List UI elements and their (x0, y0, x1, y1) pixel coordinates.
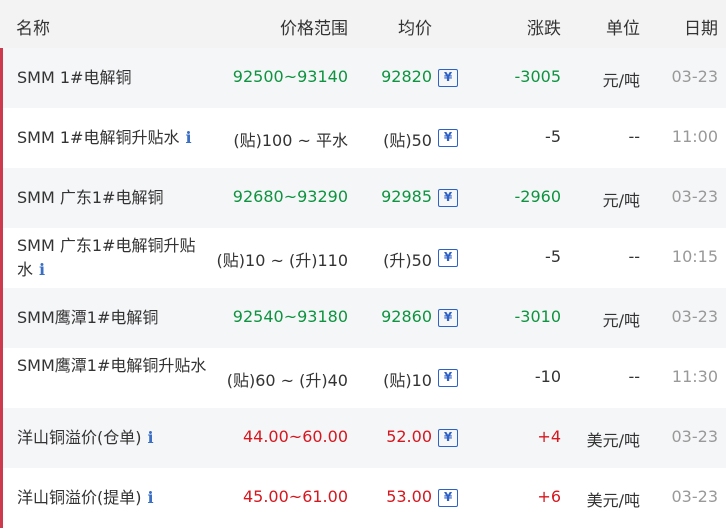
row-name[interactable]: SMM 1#电解铜 (17, 66, 207, 90)
row-range: 92500~93140 (232, 67, 348, 86)
row-date: 11:00 (671, 127, 718, 146)
header-range: 价格范围 (280, 19, 348, 39)
row-avg: 92985 (381, 187, 432, 206)
row-name-text: 洋山铜溢价(仓单) (17, 428, 142, 447)
row-unit: -- (628, 367, 640, 386)
row-name-text: 洋山铜溢价(提单) (17, 488, 142, 507)
header-date: 日期 (684, 19, 718, 39)
row-unit: 美元/吨 (586, 431, 640, 450)
row-change: +4 (537, 427, 561, 446)
row-date: 03-23 (671, 487, 719, 506)
row-name[interactable]: SMM 1#电解铜升贴水 i (17, 126, 207, 150)
yen-icon[interactable]: ¥ (438, 69, 458, 87)
table-row[interactable]: SMM 1#电解铜 92500~93140 92820 ¥ -3005 元/吨 03-23 (0, 48, 726, 108)
row-unit: 元/吨 (602, 71, 640, 90)
row-unit: -- (628, 247, 640, 266)
row-range: (贴)10 ~ (升)110 (216, 251, 348, 270)
row-change: +6 (537, 487, 561, 506)
row-range: 92680~93290 (232, 187, 348, 206)
row-change: -3005 (514, 67, 562, 86)
table-row[interactable]: SMM 广东1#电解铜 92680~93290 92985 ¥ -2960 元/吨 03-2… (0, 168, 726, 228)
header-name: 名称 (16, 19, 50, 39)
row-unit: 元/吨 (602, 311, 640, 330)
info-icon[interactable]: i (148, 488, 154, 507)
table-row[interactable]: SMM鹰潭1#电解铜 92540~93180 92860 ¥ -3010 元/吨 03-23 (0, 288, 726, 348)
price-table: SMM 上海有色网 SMM 上海有色网 名称 价格范围 均价 涨跌 单位 日期 … (0, 0, 726, 532)
row-avg: (贴)10 (383, 371, 432, 390)
row-change: -5 (545, 127, 561, 146)
row-avg: (贴)50 (383, 131, 432, 150)
yen-icon[interactable]: ¥ (438, 489, 458, 507)
row-unit: 美元/吨 (586, 491, 640, 510)
info-icon[interactable]: i (185, 128, 191, 147)
row-name-text: SMM 1#电解铜 (17, 68, 132, 87)
row-name-text: SMM鹰潭1#电解铜升贴水 (17, 356, 207, 375)
yen-icon[interactable]: ¥ (438, 189, 458, 207)
row-name-text: SMM鹰潭1#电解铜 (17, 308, 159, 327)
row-range: (贴)60 ~ (升)40 (226, 371, 348, 390)
row-range: 44.00~60.00 (242, 427, 348, 446)
table-row[interactable]: SMM 广东1#电解铜升贴水 i (贴)10 ~ (升)110 (升)50 ¥ -5 -- 1… (0, 228, 726, 288)
row-unit: -- (628, 127, 640, 146)
table-header: 名称 价格范围 均价 涨跌 单位 日期 (0, 0, 726, 48)
info-icon[interactable]: i (148, 428, 154, 447)
row-name[interactable]: SMM鹰潭1#电解铜升贴水 (17, 354, 207, 378)
row-name[interactable]: SMM 广东1#电解铜升贴水 i (17, 234, 207, 282)
row-avg: 92860 (381, 307, 432, 326)
row-range: 92540~93180 (232, 307, 348, 326)
row-range: 45.00~61.00 (242, 487, 348, 506)
row-date: 03-23 (671, 307, 719, 326)
row-date: 11:30 (671, 367, 718, 386)
row-range: (贴)100 ~ 平水 (233, 131, 348, 150)
row-name-text: SMM 1#电解铜升贴水 (17, 128, 180, 147)
row-name[interactable]: SMM鹰潭1#电解铜 (17, 306, 207, 330)
yen-icon[interactable]: ¥ (438, 249, 458, 267)
row-name[interactable]: SMM 广东1#电解铜 (17, 186, 207, 210)
row-date: 10:15 (671, 247, 718, 266)
row-change: -3010 (514, 307, 562, 326)
yen-icon[interactable]: ¥ (438, 129, 458, 147)
yen-icon[interactable]: ¥ (438, 309, 458, 327)
table-row[interactable]: 洋山铜溢价(仓单) i 44.00~60.00 52.00 ¥ +4 美元/吨 03-23 (0, 408, 726, 468)
row-name-text: SMM 广东1#电解铜 (17, 188, 164, 207)
row-date: 03-23 (671, 427, 719, 446)
row-avg: (升)50 (383, 251, 432, 270)
table-row[interactable]: SMM 1#电解铜升贴水 i (贴)100 ~ 平水 (贴)50 ¥ -5 -- 11:00 (0, 108, 726, 168)
row-avg: 92820 (381, 67, 432, 86)
header-unit: 单位 (606, 19, 640, 39)
row-name[interactable]: 洋山铜溢价(仓单) i (17, 426, 207, 450)
row-date: 03-23 (671, 187, 719, 206)
yen-icon[interactable]: ¥ (438, 429, 458, 447)
info-icon[interactable]: i (39, 260, 45, 279)
row-change: -2960 (514, 187, 562, 206)
table-row[interactable]: 洋山铜溢价(提单) i 45.00~61.00 53.00 ¥ +6 美元/吨 03-23 (0, 468, 726, 528)
row-date: 03-23 (671, 67, 719, 86)
row-avg: 52.00 (386, 427, 432, 446)
row-avg: 53.00 (386, 487, 432, 506)
yen-icon[interactable]: ¥ (438, 369, 458, 387)
header-change: 涨跌 (527, 19, 561, 39)
row-unit: 元/吨 (602, 191, 640, 210)
table-row[interactable]: SMM鹰潭1#电解铜升贴水 (贴)60 ~ (升)40 (贴)10 ¥ -10 -- 11:… (0, 348, 726, 408)
row-name[interactable]: 洋山铜溢价(提单) i (17, 486, 207, 510)
row-change: -10 (534, 367, 561, 386)
row-change: -5 (545, 247, 561, 266)
header-avg: 均价 (398, 19, 432, 39)
